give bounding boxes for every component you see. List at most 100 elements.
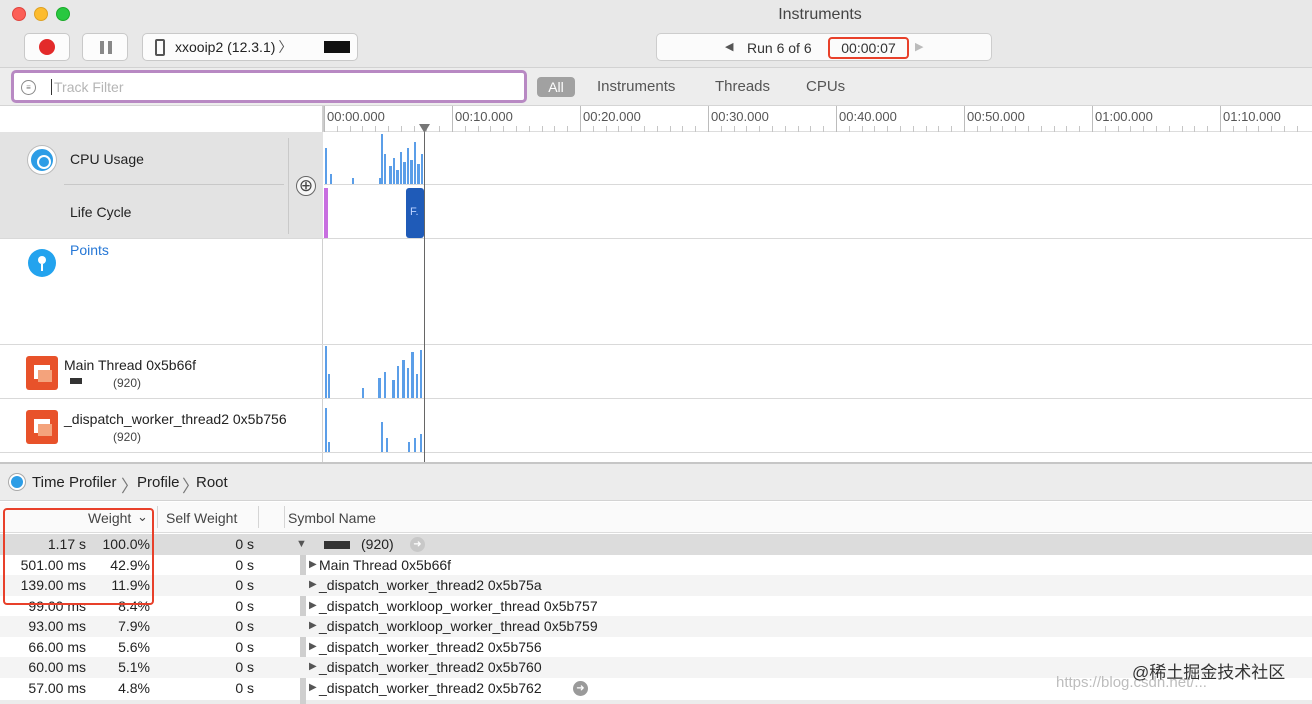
graph-bar: [392, 380, 395, 398]
ruler-major-tick: [836, 106, 837, 132]
divider: [324, 184, 1312, 185]
graph-bar: [386, 438, 388, 452]
disclosure-collapsed-icon[interactable]: ▶: [309, 661, 317, 672]
focus-arrow-icon[interactable]: ➜: [410, 537, 425, 552]
disclosure-collapsed-icon[interactable]: ▶: [309, 620, 317, 631]
thread-icon: [26, 356, 58, 390]
disclosure-collapsed-icon[interactable]: ▶: [309, 682, 317, 693]
weight-percent: 5.1%: [118, 659, 150, 675]
disclosure-collapsed-icon[interactable]: ▶: [309, 600, 317, 611]
device-label: xxooip2 (12.3.1): [175, 39, 276, 55]
breadcrumb-item-profile[interactable]: Profile: [137, 474, 180, 491]
track-label-points[interactable]: Points: [70, 242, 109, 258]
track-label-life-cycle[interactable]: Life Cycle: [70, 204, 131, 220]
graph-bar: [410, 160, 413, 184]
divider: [258, 506, 259, 528]
track-label-worker-thread[interactable]: _dispatch_worker_thread2 0x5b756: [64, 411, 287, 427]
graph-bar: [416, 374, 418, 398]
graph-bar: [397, 366, 399, 398]
self-weight-value: 0 s: [235, 618, 254, 634]
main-thread-graph[interactable]: [324, 344, 1312, 398]
graph-bar: [408, 442, 410, 452]
time-ruler[interactable]: 00:00.000 00:10.000 00:20.000 00:30.000 00:4…: [323, 106, 1312, 132]
table-row[interactable]: 1.17 s 100.0% 0 s ▼ (920) ➜: [0, 534, 1312, 555]
pause-button[interactable]: [82, 33, 128, 61]
life-cycle-foreground-block[interactable]: F.: [406, 188, 424, 238]
disclosure-collapsed-icon[interactable]: ▶: [309, 641, 317, 652]
filter-bar: ≡ All Instruments Threads CPUs: [0, 68, 1312, 106]
self-weight-value: 0 s: [235, 638, 254, 655]
disclosure-collapsed-icon[interactable]: ▶: [309, 559, 317, 570]
graph-bar: [396, 170, 399, 184]
cpu-usage-graph[interactable]: [324, 132, 1312, 184]
column-header-self-weight[interactable]: Self Weight: [166, 510, 237, 526]
table-row[interactable]: 93.00 ms 7.9% 0 s ▶ _dispatch_workloop_w…: [0, 616, 1312, 637]
symbol-name: _dispatch_worker_thread2 0x5b75a: [319, 577, 542, 593]
breadcrumb: Time Profiler 〉 Profile 〉 Root: [0, 464, 1312, 501]
self-weight-value: 0 s: [235, 597, 254, 614]
table-row[interactable]: 501.00 ms 42.9% 0 s ▶ Main Thread 0x5b66…: [0, 555, 1312, 576]
ruler-tick-label: 00:40.000: [839, 109, 897, 124]
self-weight-value: 0 s: [235, 536, 254, 552]
column-header-symbol-name[interactable]: Symbol Name: [288, 510, 376, 526]
graph-bar: [328, 374, 330, 398]
next-run-icon[interactable]: ▶: [915, 40, 923, 53]
focus-arrow-icon[interactable]: ➜: [573, 680, 588, 696]
table-row[interactable]: 139.00 ms 11.9% 0 s ▶ _dispatch_worker_t…: [0, 575, 1312, 596]
watermark: @稀土掘金技术社区: [1132, 663, 1286, 682]
breadcrumb-item-time-profiler[interactable]: Time Profiler: [32, 474, 116, 491]
ruler-major-tick: [580, 106, 581, 132]
graph-bar: [414, 142, 416, 184]
graph-bar: [325, 148, 327, 184]
track-label-cpu-usage[interactable]: CPU Usage: [70, 151, 144, 167]
root-process-pid: (920): [361, 536, 394, 552]
graph-bar: [407, 148, 409, 184]
graph-bar: [389, 166, 392, 184]
previous-run-icon[interactable]: ◀: [725, 40, 733, 53]
graph-bar: [384, 372, 386, 398]
life-cycle-launch-bar[interactable]: [324, 188, 328, 238]
track-label-main-thread[interactable]: Main Thread 0x5b66f: [64, 357, 196, 373]
scope-cpus-button[interactable]: CPUs: [806, 78, 845, 95]
table-row[interactable]: 66.00 ms 5.6% 0 s ▶ _dispatch_worker_thr…: [0, 637, 1312, 658]
scope-instruments-button[interactable]: Instruments: [597, 78, 675, 95]
graph-bar: [328, 442, 330, 452]
graph-bar: [403, 162, 406, 184]
weight-percent: 4.8%: [118, 679, 150, 696]
graph-bar: [384, 154, 386, 184]
device-selector[interactable]: xxooip2 (12.3.1) 〉: [142, 33, 358, 61]
scope-threads-button[interactable]: Threads: [715, 78, 770, 95]
playhead[interactable]: [424, 126, 425, 462]
self-weight-value: 0 s: [235, 577, 254, 593]
table-row[interactable]: 99.00 ms 8.4% 0 s ▶ _dispatch_workloop_w…: [0, 596, 1312, 617]
add-track-button[interactable]: ⊕: [296, 176, 316, 196]
zoom-window-button[interactable]: [56, 7, 70, 21]
graph-bar: [352, 178, 354, 184]
chevron-right-icon: 〉: [278, 39, 293, 55]
divider: [157, 506, 158, 528]
run-label: Run 6 of 6: [747, 40, 812, 56]
run-elapsed-time: 00:00:07: [828, 37, 909, 59]
table-header: Weight ⌄ Self Weight Symbol Name: [0, 502, 1312, 533]
pause-icon: [100, 41, 104, 54]
track-filter-input[interactable]: [54, 77, 514, 97]
record-button[interactable]: [24, 33, 70, 61]
graph-bar: [417, 164, 420, 184]
scope-all-button[interactable]: All: [537, 77, 575, 97]
self-weight-value: 0 s: [235, 556, 254, 573]
graph-bar: [400, 152, 402, 184]
disclosure-expanded-icon[interactable]: ▼: [296, 538, 307, 550]
graph-bar: [330, 174, 332, 184]
process-pid: (920): [113, 430, 142, 444]
minimize-window-button[interactable]: [34, 7, 48, 21]
weight-highlight-box: [3, 508, 154, 605]
track-filter-field[interactable]: ≡: [11, 70, 527, 103]
close-window-button[interactable]: [12, 7, 26, 21]
disclosure-collapsed-icon[interactable]: ▶: [309, 579, 317, 590]
title-bar: Instruments xxooip2 (12.3.1) 〉 ◀ Run 6 o…: [0, 0, 1312, 68]
self-weight-value: 0 s: [235, 679, 254, 696]
ruler-tick-label: 00:20.000: [583, 109, 641, 124]
worker-thread-graph[interactable]: [324, 398, 1312, 452]
graph-bar: [420, 434, 422, 452]
breadcrumb-item-root[interactable]: Root: [196, 474, 228, 491]
